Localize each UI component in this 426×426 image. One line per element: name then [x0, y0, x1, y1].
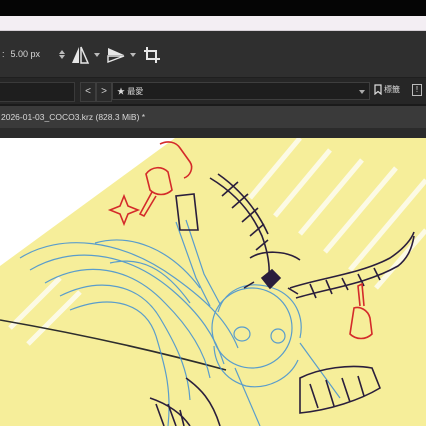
chevron-down-icon	[359, 90, 365, 94]
next-button[interactable]: >	[96, 82, 112, 102]
flip-horizontal-icon[interactable]	[70, 45, 90, 65]
favorites-label: ★ 最愛	[117, 87, 144, 96]
drawing-canvas[interactable]	[0, 138, 426, 426]
sketch-artwork	[0, 138, 426, 426]
decrease-icon[interactable]	[58, 54, 65, 59]
document-tab[interactable]: 2026-01-03_COCO3.krz (828.3 MiB) *	[0, 106, 426, 128]
menu-strip	[0, 16, 426, 31]
bookmark-icon	[374, 84, 382, 95]
flip-vertical-icon[interactable]	[106, 45, 126, 65]
brush-size-value[interactable]: 5.00 px	[11, 49, 53, 59]
bookmark-button[interactable]: 標籤	[374, 84, 400, 95]
flip-vertical-dropdown-icon[interactable]	[130, 53, 136, 57]
size-spinner[interactable]	[58, 49, 65, 59]
brush-size-field[interactable]: : 5.00 px	[0, 43, 65, 65]
crop-icon[interactable]	[142, 45, 162, 65]
bookmark-label: 標籤	[384, 85, 400, 94]
brush-preset-bar: < > ★ 最愛 標籤 !	[0, 78, 426, 104]
favorites-select[interactable]: ★ 最愛	[112, 82, 370, 100]
size-separator: :	[2, 49, 5, 59]
canvas-border	[0, 128, 426, 138]
title-bar	[0, 0, 426, 16]
preset-search-field[interactable]	[0, 82, 75, 102]
increase-icon[interactable]	[58, 49, 65, 54]
tool-options-bar: : 5.00 px	[0, 31, 426, 78]
prev-button[interactable]: <	[80, 82, 96, 102]
warning-icon[interactable]: !	[412, 84, 422, 96]
flip-horizontal-dropdown-icon[interactable]	[94, 53, 100, 57]
